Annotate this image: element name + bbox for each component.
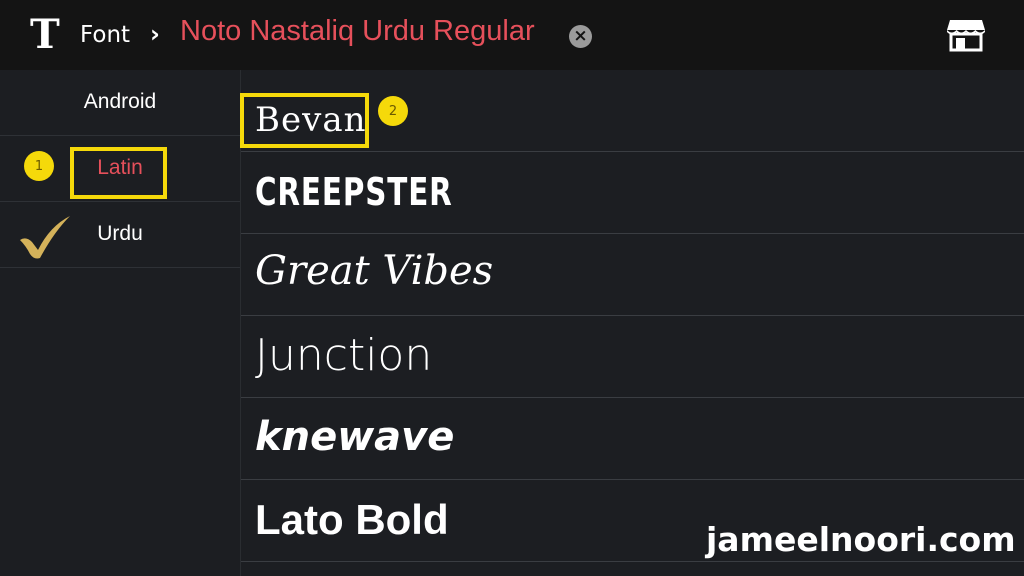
store-icon[interactable] xyxy=(946,18,986,52)
top-bar: T Font › Noto Nastaliq Urdu Regular × xyxy=(0,0,1024,70)
font-name: CREEPSTER xyxy=(255,170,453,214)
category-android[interactable]: Android xyxy=(0,70,240,136)
font-name: Lato Bold xyxy=(255,496,449,543)
category-sidebar: Android Latin Urdu xyxy=(0,70,240,576)
font-item-great-vibes[interactable]: Great Vibes xyxy=(241,234,1024,316)
font-item-creepster[interactable]: CREEPSTER xyxy=(241,152,1024,234)
clear-button[interactable]: × xyxy=(569,25,592,48)
font-name: Junction xyxy=(255,330,433,381)
font-item-knewave[interactable]: knewave xyxy=(241,398,1024,480)
highlight-box xyxy=(70,147,167,199)
category-label: Android xyxy=(83,90,157,113)
font-t-icon: T xyxy=(30,11,60,58)
category-urdu[interactable]: Urdu xyxy=(0,202,240,268)
font-item-junction[interactable]: Junction xyxy=(241,316,1024,398)
category-label: Urdu xyxy=(97,222,143,245)
font-name: Great Vibes xyxy=(255,248,494,294)
watermark-text: jameelnoori.com xyxy=(706,520,1016,559)
font-name: knewave xyxy=(255,414,455,460)
selected-font-title: Noto Nastaliq Urdu Regular xyxy=(180,15,535,47)
chevron-right-icon: › xyxy=(150,20,160,48)
highlight-box xyxy=(240,93,369,148)
breadcrumb-font[interactable]: Font xyxy=(80,22,130,48)
step-badge: 2 xyxy=(378,96,408,126)
step-badge: 1 xyxy=(24,151,54,181)
